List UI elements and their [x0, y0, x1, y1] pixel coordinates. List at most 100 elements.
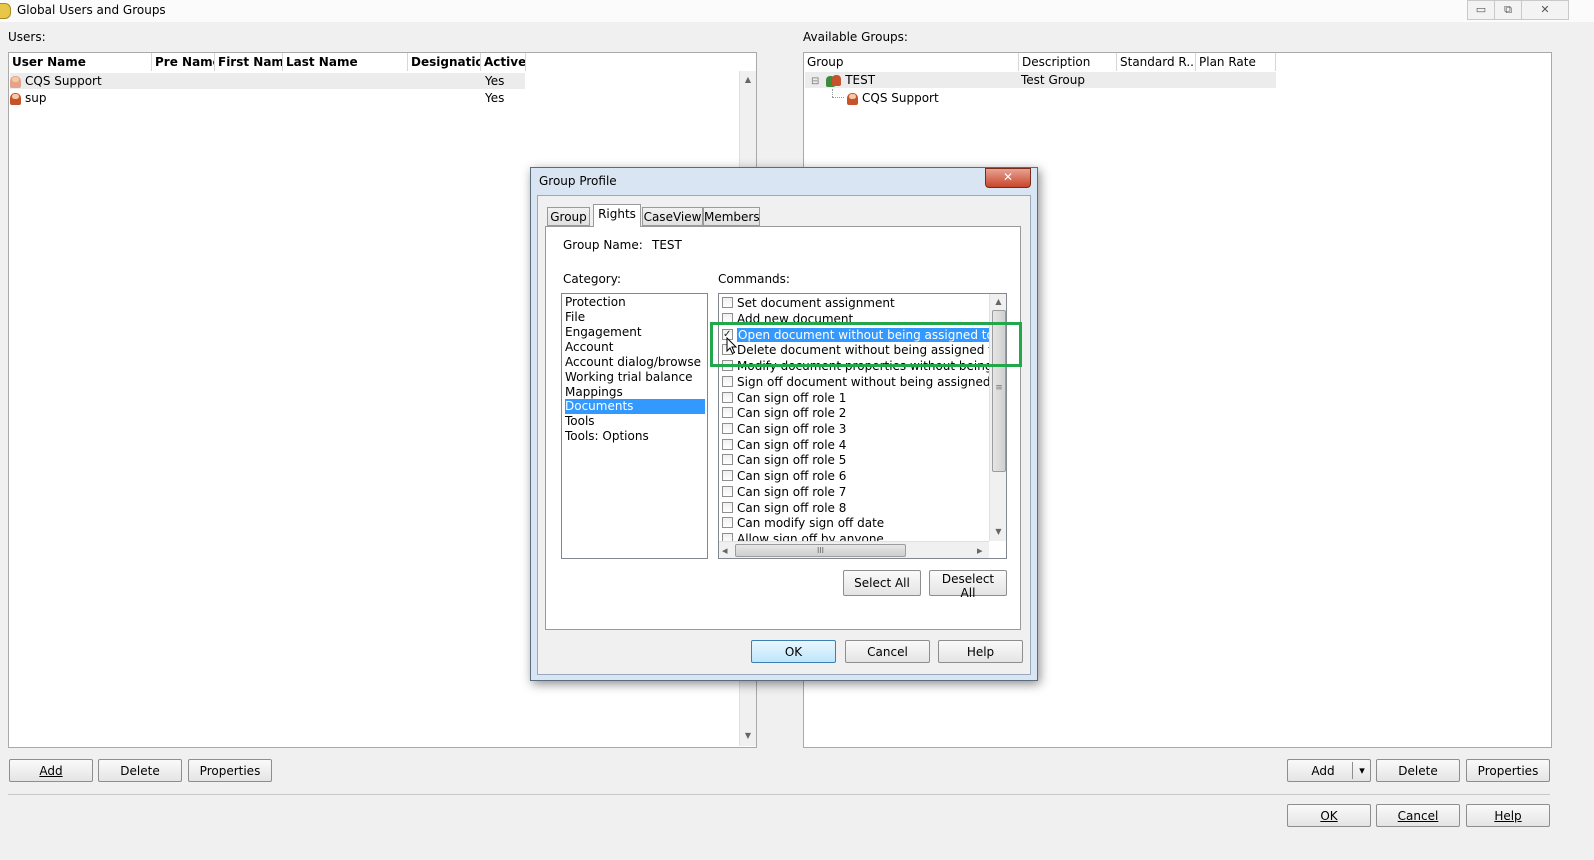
list-item[interactable]: Protection	[565, 295, 705, 310]
group-description: Test Group	[1021, 73, 1085, 87]
col-first-name[interactable]: First Name	[215, 53, 283, 71]
grip-icon: ≡	[995, 383, 1003, 393]
footer-separator	[8, 794, 1550, 795]
col-active[interactable]: Active	[481, 53, 526, 71]
command-item[interactable]: Can sign off role 4	[722, 437, 846, 453]
active-cell: Yes	[485, 91, 505, 105]
delete-user-button[interactable]: Delete	[98, 759, 182, 782]
user-name-cell: CQS Support	[25, 74, 102, 88]
command-item[interactable]: Can sign off role 3	[722, 421, 846, 437]
tree-line	[832, 89, 834, 97]
col-group[interactable]: Group	[804, 53, 1019, 71]
col-pre-name[interactable]: Pre Name	[152, 53, 215, 71]
list-item[interactable]: Tools	[565, 414, 705, 429]
help-button[interactable]: Help	[1466, 804, 1550, 827]
command-item[interactable]: Allow sign off by anyone	[722, 531, 884, 541]
tree-item-group[interactable]: ⊟ TEST Test Group	[805, 72, 1276, 88]
tab-caseview[interactable]: CaseView	[642, 207, 703, 226]
checkbox[interactable]	[722, 502, 733, 513]
dropdown-arrow-icon[interactable]: ▾	[1354, 761, 1370, 780]
command-item[interactable]: Can sign off role 6	[722, 468, 846, 484]
command-item[interactable]: Can sign off role 7	[722, 484, 846, 500]
checkbox[interactable]	[722, 439, 733, 450]
minimize-button[interactable]: ▭	[1467, 0, 1495, 20]
list-item[interactable]: Mappings	[565, 385, 705, 400]
group-name: TEST	[845, 73, 876, 87]
add-user-button[interactable]: Add	[9, 759, 93, 782]
tab-group[interactable]: Group	[547, 207, 590, 226]
command-item[interactable]: Can modify sign off date	[722, 515, 884, 531]
group-name-value: TEST	[652, 238, 682, 252]
col-designation[interactable]: Designation	[408, 53, 481, 71]
checkbox[interactable]	[722, 297, 733, 308]
tab-rights[interactable]: Rights	[593, 204, 641, 227]
command-item[interactable]: Can sign off role 2	[722, 405, 846, 421]
list-item[interactable]: File	[565, 310, 705, 325]
user-properties-button[interactable]: Properties	[188, 759, 272, 782]
scroll-right-icon[interactable]: ▸	[977, 544, 983, 557]
checkbox[interactable]	[722, 486, 733, 497]
dialog-title: Group Profile	[539, 174, 617, 188]
scroll-down-icon[interactable]: ▼	[990, 527, 1006, 536]
category-list[interactable]: Protection File Engagement Account Accou…	[561, 293, 708, 559]
cancel-button[interactable]: Cancel	[1376, 804, 1460, 827]
user-icon	[10, 75, 21, 88]
commands-hscrollbar[interactable]: ◂ III ▸	[719, 541, 989, 558]
checkbox[interactable]	[722, 470, 733, 481]
tab-members[interactable]: Members	[703, 207, 760, 226]
checkbox[interactable]	[722, 407, 733, 418]
checkbox[interactable]	[722, 533, 733, 541]
category-label: Category:	[563, 272, 621, 286]
select-all-button[interactable]: Select All	[843, 570, 921, 596]
checkbox[interactable]	[722, 517, 733, 528]
dialog-close-button[interactable]: ✕	[985, 168, 1031, 188]
group-profile-dialog: Group Profile ✕ Group Rights CaseView Me…	[530, 167, 1038, 681]
collapse-icon[interactable]: ⊟	[811, 76, 819, 87]
table-row[interactable]: CQS Support Yes	[10, 73, 525, 89]
list-item[interactable]: Account	[565, 340, 705, 355]
table-row[interactable]: sup Yes	[10, 90, 525, 106]
col-description[interactable]: Description	[1019, 53, 1117, 71]
checkbox[interactable]	[722, 392, 733, 403]
ok-button[interactable]: OK	[1287, 804, 1371, 827]
checkbox[interactable]	[722, 423, 733, 434]
groups-label: Available Groups:	[803, 30, 908, 44]
delete-group-button[interactable]: Delete	[1376, 759, 1460, 782]
command-item[interactable]: Can sign off role 5	[722, 452, 846, 468]
list-item[interactable]: Working trial balance	[565, 370, 705, 385]
list-item[interactable]: Engagement	[565, 325, 705, 340]
checkbox[interactable]	[722, 454, 733, 465]
hscroll-thumb[interactable]: III	[735, 544, 906, 557]
scroll-up-icon[interactable]: ▲	[990, 297, 1006, 306]
dialog-ok-button[interactable]: OK	[751, 640, 836, 663]
restore-button[interactable]: ⧉	[1494, 0, 1522, 20]
command-item[interactable]: Set document assignment	[722, 295, 895, 311]
user-icon	[10, 92, 21, 105]
group-properties-button[interactable]: Properties	[1466, 759, 1550, 782]
list-item-selected[interactable]: Documents	[565, 399, 705, 414]
title-bar: Global Users and Groups ▭ ⧉ ✕	[0, 0, 1594, 22]
scroll-up-icon[interactable]: ▲	[740, 75, 756, 84]
window-title: Global Users and Groups	[17, 3, 166, 17]
col-last-name[interactable]: Last Name	[283, 53, 408, 71]
scroll-down-icon[interactable]: ▼	[740, 731, 756, 740]
scroll-left-icon[interactable]: ◂	[722, 544, 728, 557]
command-item[interactable]: Can sign off role 8	[722, 500, 846, 516]
col-user-name[interactable]: User Name	[9, 53, 152, 71]
command-item[interactable]: Sign off document without being assigned…	[722, 374, 989, 390]
command-item[interactable]: Can sign off role 1	[722, 390, 846, 406]
col-standard-rate[interactable]: Standard R...	[1117, 53, 1196, 71]
list-item[interactable]: Account dialog/browse	[565, 355, 705, 370]
close-button[interactable]: ✕	[1521, 0, 1569, 20]
split-divider	[1352, 762, 1353, 779]
list-item[interactable]: Tools: Options	[565, 429, 705, 444]
deselect-all-button[interactable]: Deselect All	[929, 570, 1007, 600]
tree-item-member[interactable]: CQS Support	[847, 90, 939, 106]
col-plan-rate[interactable]: Plan Rate	[1196, 53, 1276, 71]
rights-tab-page: Group Name: TEST Category: Commands: Pro…	[545, 226, 1022, 630]
dialog-cancel-button[interactable]: Cancel	[845, 640, 930, 663]
tree-line	[832, 97, 844, 99]
highlight-box	[710, 322, 1022, 367]
checkbox[interactable]	[722, 376, 733, 387]
dialog-help-button[interactable]: Help	[938, 640, 1023, 663]
